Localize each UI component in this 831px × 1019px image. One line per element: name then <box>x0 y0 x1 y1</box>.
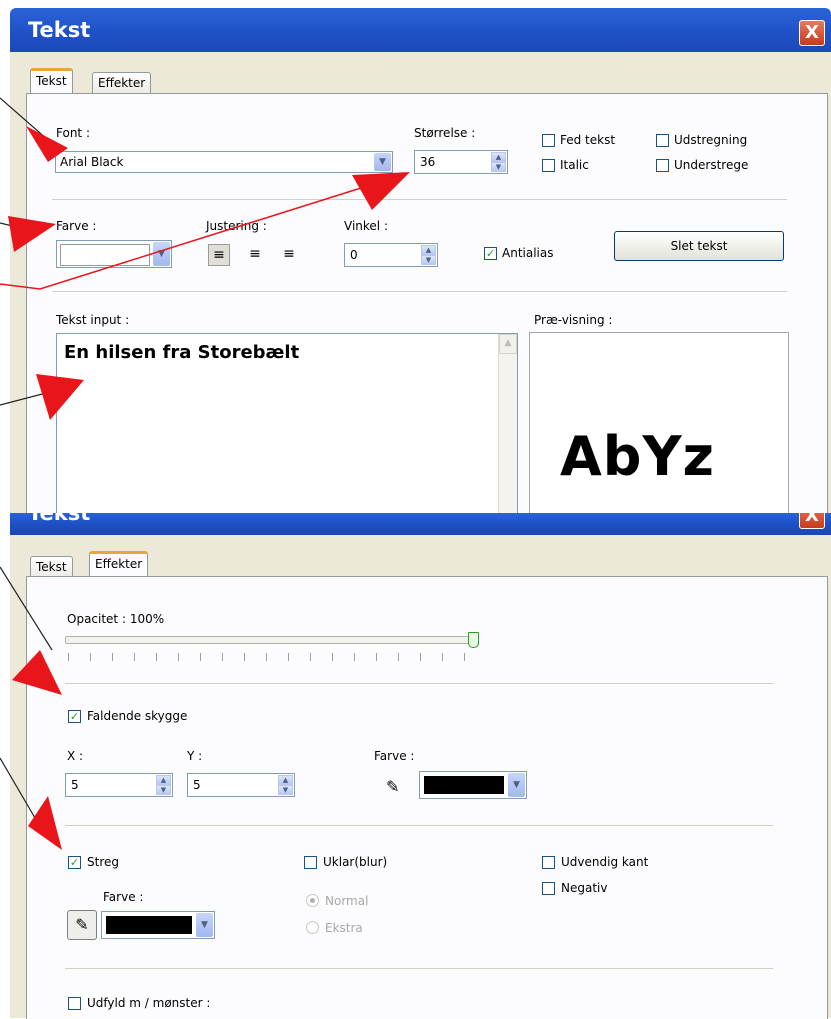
arrow-text-input <box>0 374 84 420</box>
arrow-size <box>0 172 410 290</box>
tab-tekst[interactable]: Tekst <box>30 68 73 93</box>
tab-effekter[interactable]: Effekter <box>89 551 149 576</box>
arrow-stroke <box>0 757 62 850</box>
annotation-arrows <box>0 97 410 850</box>
arrow-opacity <box>0 566 62 695</box>
arrow-color <box>0 216 56 252</box>
arrow-font <box>0 97 68 162</box>
